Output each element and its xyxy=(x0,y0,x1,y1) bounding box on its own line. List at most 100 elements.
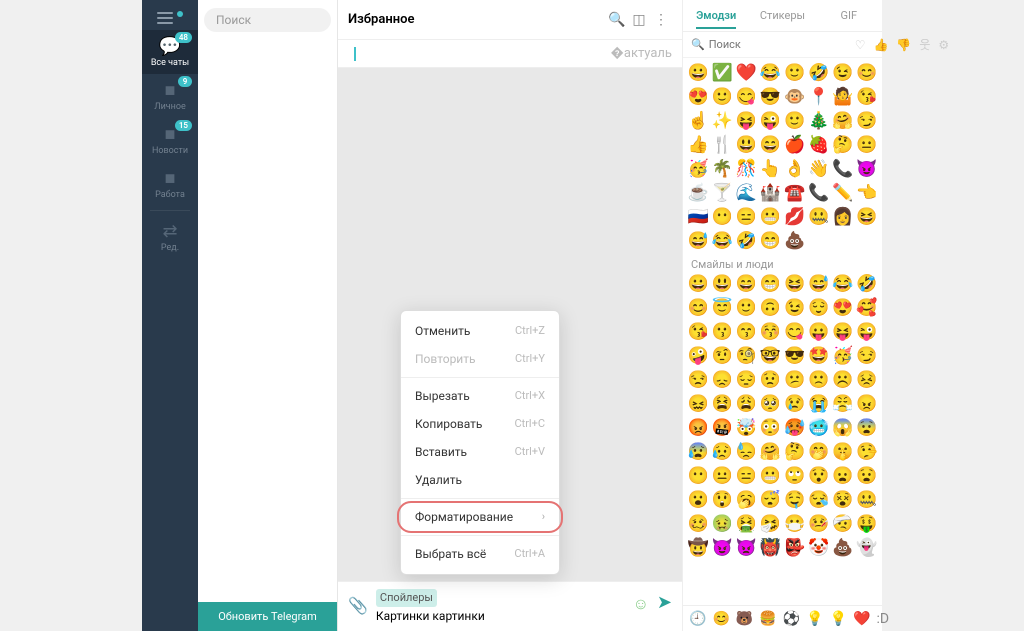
search-input[interactable]: Поиск xyxy=(204,8,331,32)
emoji-cell[interactable]: 🥵 xyxy=(784,417,806,439)
emoji-cell[interactable]: 😡 xyxy=(687,417,709,439)
sidebar-icon[interactable]: ◫ xyxy=(628,12,650,28)
emoji-cell[interactable]: 😋 xyxy=(784,321,806,343)
emoji-cell[interactable]: 😑 xyxy=(735,465,757,487)
emoji-cell[interactable]: 💩 xyxy=(832,537,854,559)
emoji-cell[interactable]: 🍸 xyxy=(711,182,733,204)
ctx-select-all[interactable]: Выбрать всёCtrl+A xyxy=(401,540,559,568)
emoji-cell[interactable]: 😓 xyxy=(735,441,757,463)
emoji-cell[interactable]: 🤧 xyxy=(759,513,781,535)
ctx-delete[interactable]: Удалить xyxy=(401,466,559,494)
emoji-cell[interactable]: 👈 xyxy=(856,182,878,204)
emoji-cell[interactable]: 😯 xyxy=(808,465,830,487)
tab-stickers[interactable]: Стикеры xyxy=(749,3,815,28)
emoji-cell[interactable]: 😧 xyxy=(856,465,878,487)
emoji-cell[interactable]: 😈 xyxy=(856,158,878,180)
emoji-cell[interactable]: 😬 xyxy=(759,206,781,228)
emoji-cell[interactable]: 🥰 xyxy=(856,297,878,319)
emoji-cell[interactable]: 🧐 xyxy=(735,345,757,367)
emoji-cell[interactable]: 😐 xyxy=(711,465,733,487)
emoji-cell[interactable]: 😇 xyxy=(711,297,733,319)
emoji-cell[interactable]: 😳 xyxy=(759,417,781,439)
emoji-cell[interactable]: 🤗 xyxy=(832,110,854,132)
emoji-cell[interactable]: 😆 xyxy=(784,273,806,295)
emoji-cell[interactable]: 🙁 xyxy=(808,369,830,391)
emoji-cell[interactable]: 🙄 xyxy=(784,465,806,487)
heart-icon[interactable]: ♡ xyxy=(853,38,868,52)
emoji-cell[interactable]: 😢 xyxy=(784,393,806,415)
emoji-cell[interactable]: ❤️ xyxy=(735,62,757,84)
emoji-category[interactable]: :D xyxy=(877,611,890,627)
emoji-category[interactable]: 💡 xyxy=(830,611,847,627)
emoji-cell[interactable]: 🤢 xyxy=(711,513,733,535)
emoji-cell[interactable]: 😄 xyxy=(735,273,757,295)
emoji-cell[interactable]: 😣 xyxy=(856,369,878,391)
emoji-cell[interactable]: 😆 xyxy=(856,206,878,228)
emoji-cell[interactable]: 👆 xyxy=(759,158,781,180)
emoji-cell[interactable]: 📞 xyxy=(808,182,830,204)
emoji-cell[interactable]: 😄 xyxy=(759,134,781,156)
emoji-cell[interactable]: 😩 xyxy=(735,393,757,415)
emoji-cell[interactable]: 🌴 xyxy=(711,158,733,180)
emoji-cell[interactable]: 😗 xyxy=(711,321,733,343)
emoji-cell[interactable]: 😱 xyxy=(832,417,854,439)
emoji-cell[interactable]: 😁 xyxy=(759,230,781,252)
emoji-cell[interactable]: 🤕 xyxy=(832,513,854,535)
emoji-cell[interactable]: 🤔 xyxy=(832,134,854,156)
emoji-cell[interactable]: 😴 xyxy=(759,489,781,511)
emoji-cell[interactable]: 🤐 xyxy=(856,489,878,511)
emoji-cell[interactable]: 🙂 xyxy=(711,86,733,108)
emoji-cell[interactable]: 😨 xyxy=(856,417,878,439)
emoji-cell[interactable]: 😜 xyxy=(759,110,781,132)
thumbs-down-icon[interactable]: 👎 xyxy=(894,38,913,52)
emoji-cell[interactable]: 😏 xyxy=(856,345,878,367)
emoji-cell[interactable]: 😞 xyxy=(711,369,733,391)
emoji-cell[interactable]: 🇷🇺 xyxy=(687,206,709,228)
emoji-cell[interactable]: 😶 xyxy=(687,465,709,487)
ctx-format[interactable]: Форматирование› xyxy=(401,503,559,531)
emoji-cell[interactable]: ☎️ xyxy=(784,182,806,204)
rail-personal[interactable]: ■ 9 Личное xyxy=(142,74,198,118)
emoji-cell[interactable]: 🤭 xyxy=(808,441,830,463)
emoji-cell[interactable]: 😂 xyxy=(759,62,781,84)
emoji-cell[interactable]: 🍓 xyxy=(808,134,830,156)
emoji-category[interactable]: 🐻 xyxy=(736,611,753,627)
ctx-undo[interactable]: ОтменитьCtrl+Z xyxy=(401,317,559,345)
emoji-cell[interactable]: 😀 xyxy=(687,62,709,84)
emoji-cell[interactable]: 😛 xyxy=(808,321,830,343)
emoji-cell[interactable]: 🍴 xyxy=(711,134,733,156)
emoji-cell[interactable]: 🙃 xyxy=(759,297,781,319)
emoji-cell[interactable]: 👿 xyxy=(735,537,757,559)
emoji-cell[interactable]: 🥱 xyxy=(735,489,757,511)
emoji-cell[interactable]: 😐 xyxy=(856,134,878,156)
emoji-cell[interactable]: 🤬 xyxy=(711,417,733,439)
emoji-search-input[interactable] xyxy=(709,38,849,51)
emoji-cell[interactable]: ☕ xyxy=(687,182,709,204)
thumbs-up-icon[interactable]: 👍 xyxy=(871,38,890,52)
emoji-cell[interactable]: 👌 xyxy=(784,158,806,180)
emoji-cell[interactable]: 👋 xyxy=(808,158,830,180)
emoji-cell[interactable]: 😅 xyxy=(687,230,709,252)
menu-button[interactable] xyxy=(157,6,183,30)
emoji-cell[interactable]: 🤣 xyxy=(735,230,757,252)
emoji-cell[interactable]: 🙂 xyxy=(735,297,757,319)
emoji-cell[interactable]: 😍 xyxy=(832,297,854,319)
ctx-copy[interactable]: КопироватьCtrl+C xyxy=(401,410,559,438)
emoji-cell[interactable]: 😃 xyxy=(735,134,757,156)
message-input[interactable]: Спойлеры Картинки картинки xyxy=(376,588,625,626)
emoji-cell[interactable]: 🤩 xyxy=(808,345,830,367)
emoji-cell[interactable]: 😀 xyxy=(687,273,709,295)
emoji-cell[interactable]: 😘 xyxy=(687,321,709,343)
emoji-cell[interactable]: 🤥 xyxy=(856,441,878,463)
rail-edit[interactable]: ⇄ Ред. xyxy=(142,215,198,259)
emoji-cell[interactable]: 😖 xyxy=(687,393,709,415)
emoji-cell[interactable]: 👺 xyxy=(784,537,806,559)
emoji-cell[interactable]: ☝️ xyxy=(687,110,709,132)
emoji-scroll[interactable]: 😀✅❤️😂🙂🤣😉😊😍🙂😋😎🐵📍🤷😘☝️✨😝😜🙂🎄🤗😏👍🍴😃😄🍎🍓🤔😐🥳🌴🎊👆👌👋… xyxy=(683,58,882,605)
emoji-cell[interactable]: 😷 xyxy=(784,513,806,535)
emoji-cell[interactable]: 😦 xyxy=(832,465,854,487)
emoji-cell[interactable]: 😪 xyxy=(808,489,830,511)
emoji-cell[interactable]: 😍 xyxy=(687,86,709,108)
emoji-cell[interactable]: 😅 xyxy=(808,273,830,295)
emoji-cell[interactable]: 🌊 xyxy=(735,182,757,204)
